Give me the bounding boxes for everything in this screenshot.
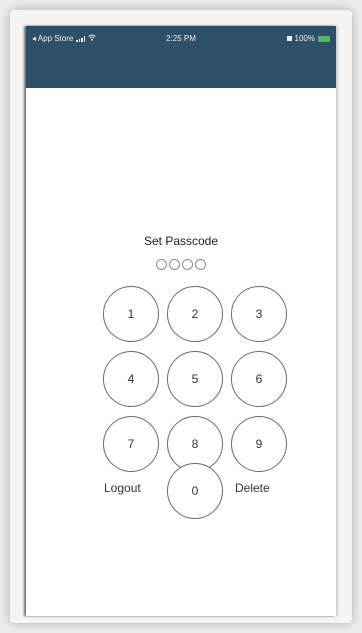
delete-button[interactable]: Delete bbox=[235, 481, 270, 495]
page-title: Set Passcode bbox=[143, 234, 219, 248]
orientation-lock-icon bbox=[286, 36, 292, 41]
passcode-dot bbox=[156, 259, 167, 270]
keypad-button-4[interactable]: 4 bbox=[103, 351, 159, 407]
status-bar: ◂ App Store 2:25 PM 100% bbox=[26, 26, 336, 88]
phone-screen: ◂ App Store 2:25 PM 100% Set Passcode 1 … bbox=[26, 26, 336, 616]
battery-percent: 100% bbox=[294, 34, 315, 43]
keypad-button-3[interactable]: 3 bbox=[231, 286, 287, 342]
status-right: 100% bbox=[286, 34, 330, 43]
battery-icon bbox=[318, 35, 330, 42]
keypad-button-6[interactable]: 6 bbox=[231, 351, 287, 407]
keypad-button-1[interactable]: 1 bbox=[103, 286, 159, 342]
passcode-dot bbox=[195, 259, 206, 270]
keypad-button-9[interactable]: 9 bbox=[231, 416, 287, 472]
keypad-button-0[interactable]: 0 bbox=[167, 463, 223, 519]
passcode-screen: Set Passcode 1 2 3 4 5 6 7 8 9 Logout 0 … bbox=[26, 88, 336, 616]
passcode-dot bbox=[169, 259, 180, 270]
keypad-button-5[interactable]: 5 bbox=[167, 351, 223, 407]
passcode-dot bbox=[182, 259, 193, 270]
keypad-button-7[interactable]: 7 bbox=[103, 416, 159, 472]
keypad-button-2[interactable]: 2 bbox=[167, 286, 223, 342]
passcode-indicator bbox=[26, 259, 336, 270]
logout-button[interactable]: Logout bbox=[104, 481, 141, 495]
